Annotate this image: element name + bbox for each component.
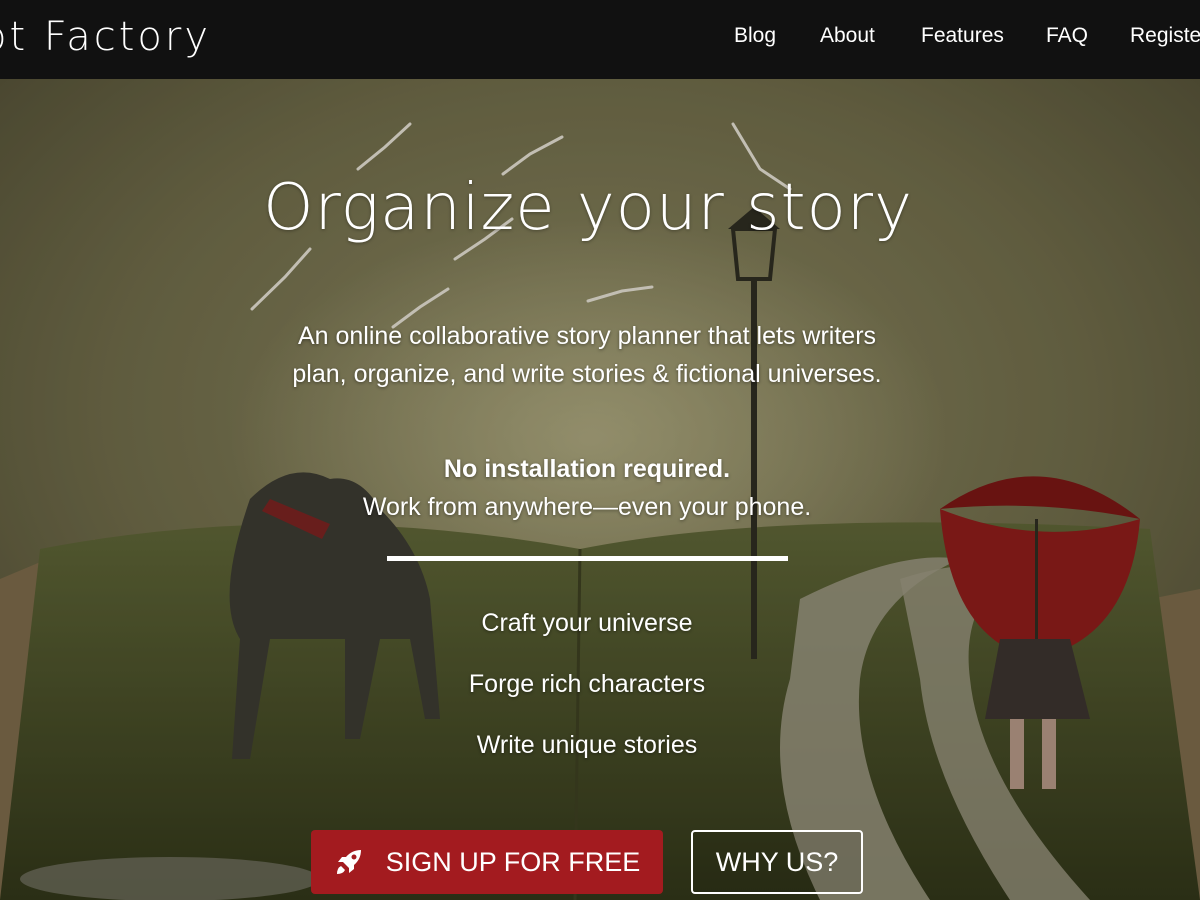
why-us-button[interactable]: WHY US? (691, 830, 863, 894)
nav-link-features[interactable]: Features (921, 24, 1004, 48)
why-us-button-label: WHY US? (715, 846, 839, 877)
hero-description: An online collaborative story planner th… (292, 322, 882, 388)
top-navbar: ot Factory Blog About Features FAQ Regis… (0, 0, 1200, 79)
hero-section: Organize your story An online collaborat… (0, 79, 1200, 900)
hero-no-install: No installation required. (443, 455, 731, 483)
nav-links: Blog About Features FAQ Register (0, 0, 1200, 79)
sign-up-button[interactable]: SIGN UP FOR FREE (311, 830, 663, 894)
feature-craft-universe: Craft your universe (481, 609, 693, 637)
nav-link-faq[interactable]: FAQ (1046, 24, 1088, 48)
feature-write-stories: Write unique stories (476, 731, 698, 759)
sign-up-button-label: SIGN UP FOR FREE (385, 846, 641, 877)
nav-link-about[interactable]: About (820, 24, 875, 48)
hero-title: Organize your story (263, 171, 913, 245)
feature-forge-characters: Forge rich characters (468, 670, 706, 698)
rocket-icon (336, 850, 361, 874)
nav-link-register[interactable]: Register (1130, 24, 1200, 48)
hero-divider (387, 556, 788, 561)
hero-work-anywhere: Work from anywhere—even your phone. (362, 493, 812, 521)
nav-link-blog[interactable]: Blog (734, 24, 776, 48)
